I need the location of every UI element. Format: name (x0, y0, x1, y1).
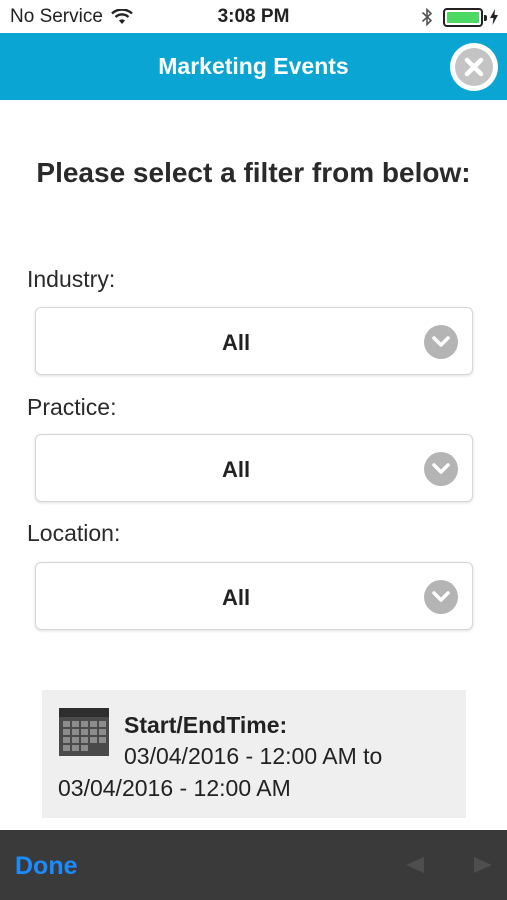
chevron-down-circle-icon (424, 580, 458, 614)
calendar-icon (59, 708, 109, 756)
done-button[interactable]: Done (15, 852, 78, 881)
app-screen: No Service 3:08 PM Marketing Events Plea… (0, 0, 507, 900)
practice-value: All (221, 457, 251, 482)
date-range-label: Start/EndTime: (124, 712, 288, 738)
keyboard-toolbar: Done (0, 830, 507, 900)
filter-heading: Please select a filter from below: (36, 157, 471, 188)
nav-bar: Marketing Events (0, 33, 507, 100)
date-range-start: 03/04/2016 - 12:00 AM to (124, 743, 383, 769)
practice-label: Practice: (27, 394, 117, 420)
battery-level (447, 11, 479, 23)
nav-title: Marketing Events (158, 53, 349, 79)
next-arrow-icon[interactable] (472, 856, 494, 874)
location-label: Location: (27, 520, 121, 546)
date-range-end: 03/04/2016 - 12:00 AM (58, 775, 291, 801)
location-value: All (221, 585, 251, 610)
battery-nub (484, 14, 487, 21)
close-button[interactable] (450, 43, 498, 91)
chevron-down-circle-icon (424, 452, 458, 486)
charging-bolt-icon (490, 9, 498, 25)
bluetooth-icon (421, 7, 433, 27)
chevron-down-circle-icon (424, 325, 458, 359)
industry-select[interactable]: All (35, 307, 473, 375)
practice-select[interactable]: All (35, 434, 473, 502)
status-right (421, 7, 499, 27)
industry-value: All (221, 330, 251, 355)
date-range-card[interactable]: Start/EndTime: 03/04/2016 - 12:00 AM to … (42, 690, 466, 818)
previous-arrow-icon[interactable] (404, 856, 426, 874)
close-circle-icon (455, 48, 493, 86)
location-select[interactable]: All (35, 562, 473, 630)
status-bar: No Service 3:08 PM (0, 0, 507, 33)
industry-label: Industry: (27, 266, 116, 292)
battery-icon (443, 7, 487, 27)
